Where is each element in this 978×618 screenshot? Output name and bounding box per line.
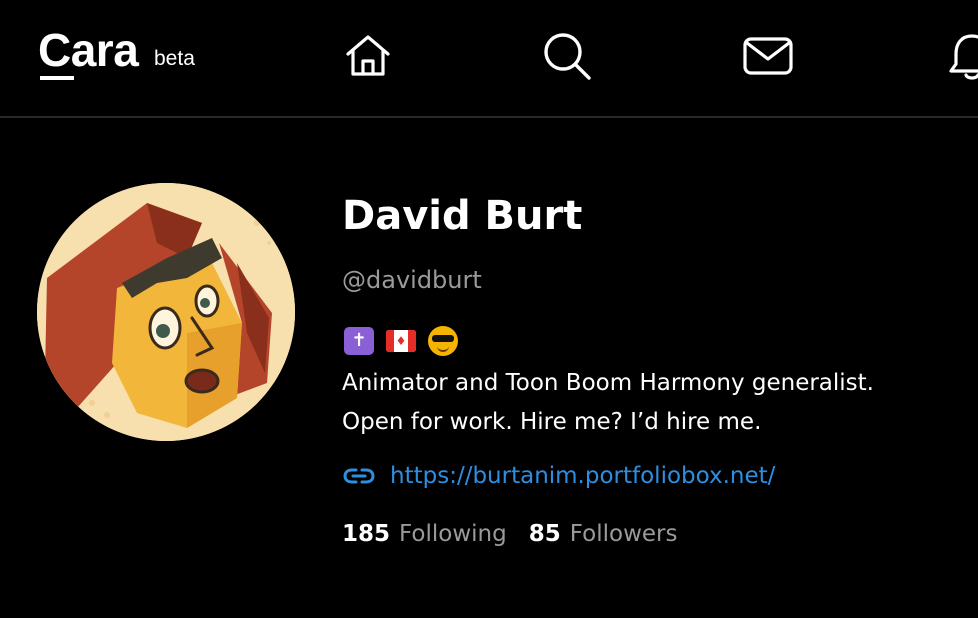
sunglasses-face-emoji-icon [428,326,458,356]
home-icon[interactable] [342,30,394,82]
follow-stats: 185 Following 85 Followers [342,514,677,554]
profile-bio: Animator and Toon Boom Harmony generalis… [342,364,962,442]
following-count: 185 [342,521,391,547]
bell-icon[interactable] [946,30,978,82]
website-link[interactable]: https://burtanim.portfoliobox.net/ [390,463,775,489]
profile-handle: @davidburt [342,266,482,294]
profile-avatar[interactable] [37,183,295,441]
followers-label: Followers [569,521,678,547]
top-navigation-bar: Cara beta [0,0,978,118]
following-label: Following [399,521,507,547]
beta-label: beta [154,47,195,70]
link-icon [342,459,376,493]
latin-cross-emoji-icon: ✝ [344,327,374,355]
mail-icon[interactable] [742,30,794,82]
bio-line: Open for work. Hire me? I’d hire me. [342,409,762,435]
logo-wordmark: Cara [38,24,139,76]
search-icon[interactable] [541,30,593,82]
profile-website: https://burtanim.portfoliobox.net/ [342,456,775,496]
canada-flag-emoji-icon: ♦ [386,330,416,352]
logo-underline [40,76,74,80]
profile-emoji-badges: ✝ ♦ [344,326,458,356]
bio-line: Animator and Toon Boom Harmony generalis… [342,370,874,396]
followers-count: 85 [528,521,561,547]
following-stat[interactable]: 185 Following [342,521,507,547]
followers-stat[interactable]: 85 Followers [529,521,678,547]
profile-display-name: David Burt [342,193,583,239]
